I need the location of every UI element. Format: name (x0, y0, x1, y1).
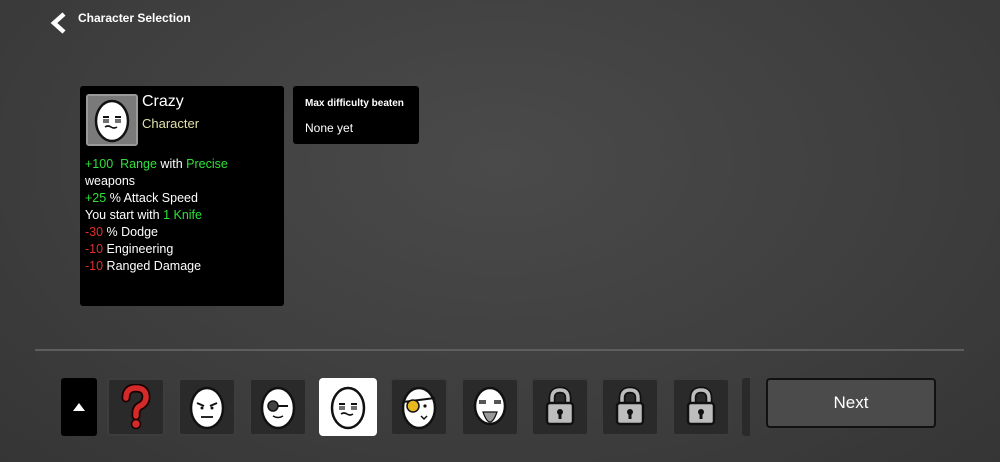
stat-positive: Range (120, 157, 157, 171)
stat-negative: -10 (85, 259, 104, 273)
stat-positive: Precise (186, 157, 228, 171)
triangle-up-icon (73, 403, 85, 411)
stat-text: You start with (85, 208, 164, 222)
stat-negative: -10 (85, 242, 104, 256)
roster-overflow-slot (742, 378, 750, 436)
character-slot-2[interactable] (249, 378, 307, 436)
egg-eyepatch-icon (401, 386, 437, 430)
egg-crazy-icon (330, 386, 366, 430)
stat-negative: -30 (85, 225, 104, 239)
egg-goggles-icon (260, 386, 296, 430)
character-type: Character (142, 116, 200, 131)
stat-text: Engineering (103, 242, 174, 256)
difficulty-panel: Max difficulty beaten None yet (293, 86, 419, 144)
egg-old-bearded-icon (473, 386, 507, 426)
stat-positive: 1 Knife (163, 208, 202, 222)
stat-line: weapons (85, 173, 281, 190)
character-name: Crazy (142, 93, 184, 110)
egg-crazy-icon (94, 99, 130, 143)
stat-text: % Attack Speed (106, 191, 198, 205)
locked-slot-3[interactable] (672, 378, 730, 436)
divider (35, 349, 964, 351)
locked-slot-2[interactable] (601, 378, 659, 436)
roster-scroll-up-button[interactable] (61, 378, 97, 436)
character-portrait (86, 94, 138, 146)
character-slot-5[interactable] (461, 378, 519, 436)
next-button[interactable]: Next (766, 378, 936, 428)
character-slot-4[interactable] (390, 378, 448, 436)
page-title: Character Selection (78, 11, 191, 25)
difficulty-title: Max difficulty beaten (305, 98, 404, 109)
character-slot-crazy[interactable] (319, 378, 377, 436)
character-slot-1[interactable] (178, 378, 236, 436)
padlock-icon (615, 386, 645, 426)
stat-text: weapons (85, 174, 136, 188)
stat-text: Ranged Damage (103, 259, 202, 273)
padlock-icon (686, 386, 716, 426)
stat-text: with (156, 157, 187, 171)
stat-line: -10 Engineering (85, 241, 281, 258)
character-info-panel: Crazy Character +100 Range with Precise w… (80, 86, 284, 306)
stat-text: % Dodge (103, 225, 158, 239)
difficulty-value: None yet (305, 121, 354, 135)
stat-positive: +100 (85, 157, 114, 171)
padlock-icon (545, 386, 575, 426)
stat-positive: +25 (85, 191, 107, 205)
random-character-slot[interactable] (107, 378, 165, 436)
stat-line: -10 Ranged Damage (85, 258, 281, 275)
stat-line: You start with 1 Knife (85, 207, 281, 224)
stat-line: +100 Range with Precise (85, 156, 281, 173)
question-mark-icon (121, 384, 151, 430)
stat-line: -30 % Dodge (85, 224, 281, 241)
character-stats: +100 Range with Precise weapons +25 % Atta… (85, 156, 281, 275)
locked-slot-1[interactable] (531, 378, 589, 436)
stat-line: +25 % Attack Speed (85, 190, 281, 207)
back-chevron-icon[interactable] (50, 12, 72, 34)
egg-brawler-icon (189, 386, 225, 430)
